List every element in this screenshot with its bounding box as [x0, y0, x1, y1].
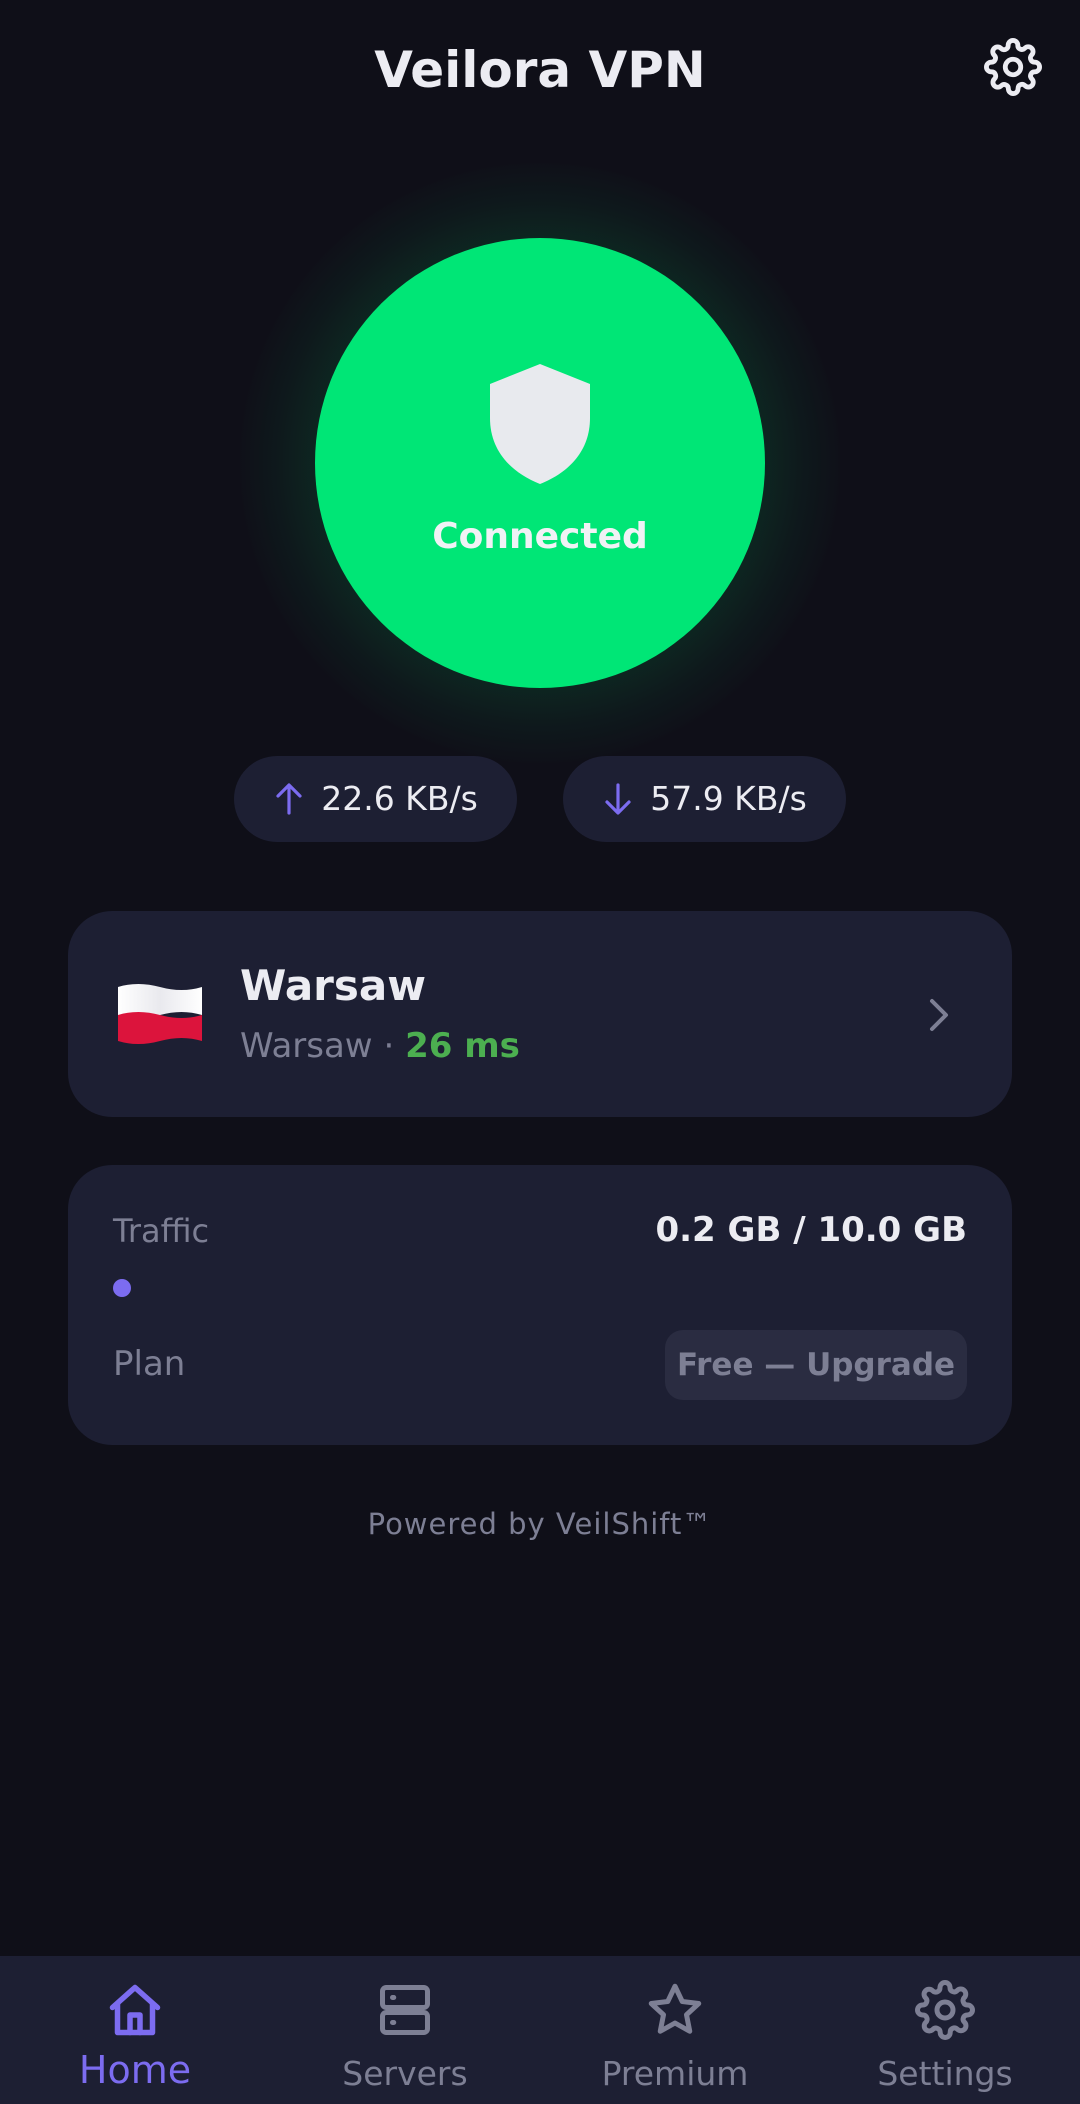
powered-by-text: Powered by VeilShift™ — [367, 1507, 713, 1541]
bottom-navigation: Home Servers Premium Settings — [0, 1956, 1080, 2104]
nav-label-servers: Servers — [342, 2054, 468, 2093]
app-title: Veilora VPN — [374, 41, 706, 99]
plan-label: Plan — [113, 1344, 186, 1384]
servers-icon — [375, 1980, 435, 2040]
upload-speed-value: 22.6 KB/s — [321, 779, 478, 818]
upload-speed-pill: 22.6 KB/s — [234, 756, 517, 842]
traffic-label: Traffic — [113, 1212, 210, 1250]
traffic-value: 0.2 GB / 10.0 GB — [655, 1210, 967, 1250]
home-icon — [105, 1980, 165, 2040]
download-speed-value: 57.9 KB/s — [650, 779, 807, 818]
traffic-progress-fill — [113, 1279, 131, 1297]
server-city: Warsaw — [240, 1026, 373, 1066]
gear-icon — [915, 1980, 975, 2040]
chevron-right-icon — [920, 995, 956, 1035]
nav-item-home[interactable]: Home — [0, 1956, 270, 2104]
arrow-up-icon — [273, 781, 305, 817]
upgrade-button[interactable]: Free — Upgrade — [665, 1330, 967, 1400]
server-name: Warsaw — [240, 961, 427, 1010]
shield-icon — [488, 362, 592, 486]
arrow-down-icon — [602, 781, 634, 817]
nav-item-servers[interactable]: Servers — [270, 1956, 540, 2104]
nav-label-settings: Settings — [877, 2054, 1013, 2093]
nav-label-premium: Premium — [601, 2054, 749, 2093]
connection-status-label: Connected — [432, 516, 648, 557]
nav-item-premium[interactable]: Premium — [540, 1956, 810, 2104]
traffic-card: Traffic 0.2 GB / 10.0 GB Plan Free — Upg… — [68, 1165, 1012, 1445]
separator-dot: · — [383, 1026, 395, 1066]
download-speed-pill: 57.9 KB/s — [563, 756, 846, 842]
server-ping: 26 ms — [405, 1026, 520, 1066]
nav-item-settings[interactable]: Settings — [810, 1956, 1080, 2104]
star-icon — [645, 1980, 705, 2040]
connect-toggle-button[interactable]: Connected — [315, 238, 765, 688]
nav-label-home: Home — [78, 2048, 192, 2092]
server-subtitle: Warsaw · 26 ms — [240, 1025, 520, 1067]
server-card[interactable]: Warsaw Warsaw · 26 ms — [68, 911, 1012, 1117]
traffic-progress-bar — [113, 1279, 967, 1297]
settings-gear-icon[interactable] — [984, 38, 1042, 96]
poland-flag-icon — [116, 981, 204, 1047]
